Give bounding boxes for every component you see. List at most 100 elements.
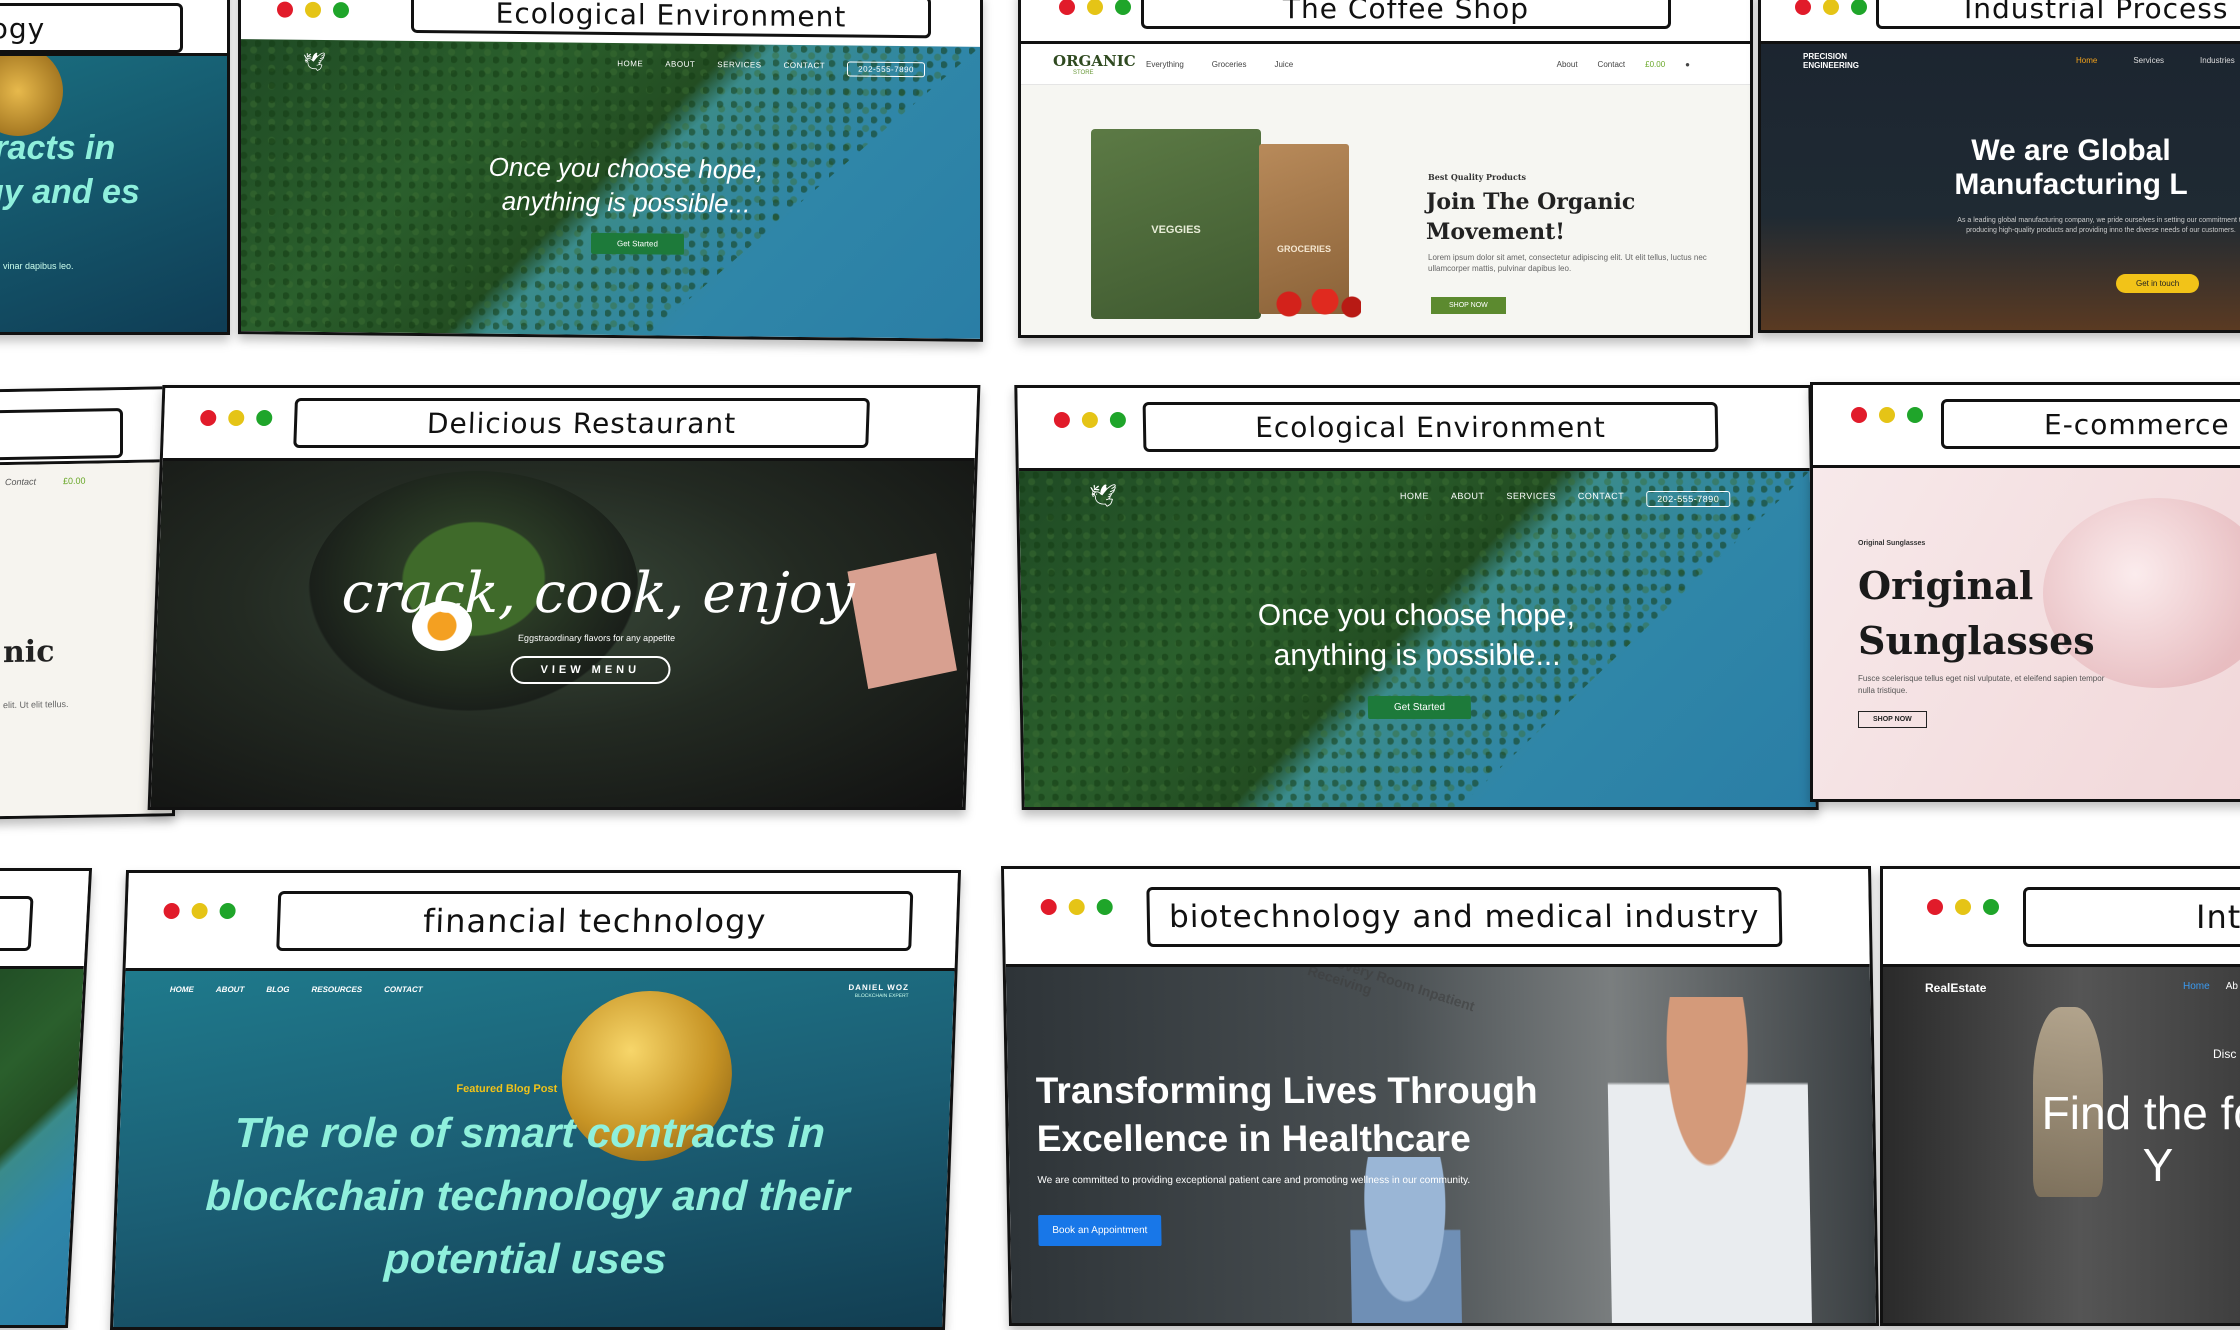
nav-juice[interactable]: Juice	[1274, 60, 1293, 69]
phone-button[interactable]: 202-555-7890	[1646, 491, 1731, 507]
book-appointment-button[interactable]: Book an Appointment	[1038, 1215, 1162, 1246]
maximize-dot[interactable]	[1109, 412, 1127, 428]
minimize-dot[interactable]	[1081, 412, 1099, 428]
maximize-dot[interactable]	[219, 903, 236, 919]
minimize-dot[interactable]	[227, 410, 245, 426]
doctor-image	[1606, 997, 1813, 1323]
nav-contact[interactable]: CONTACT	[784, 61, 826, 76]
shop-now-button[interactable]: SHOP NOW	[1431, 297, 1506, 314]
minimize-dot[interactable]	[1087, 0, 1103, 15]
tab-title: Ecological Environment	[1142, 402, 1719, 452]
window-controls	[1927, 899, 1999, 915]
card-industrial[interactable]: Industrial Process PRECISION ENGINEERING…	[1758, 0, 2240, 333]
view-menu-button[interactable]: VIEW MENU	[509, 656, 671, 684]
cart-total[interactable]: £0.00	[63, 476, 86, 486]
hero-headline: We are Global Manufacturing L	[1954, 134, 2188, 201]
nav-home[interactable]: Home	[2183, 981, 2210, 992]
nav-contact[interactable]: Contact	[5, 477, 36, 488]
hero-body: As a leading global manufacturing compan…	[1957, 217, 2240, 234]
tab-title: biotechnology and medical industry	[1146, 887, 1783, 947]
window-controls	[1053, 412, 1127, 428]
brand-sub: BLOCKCHAIN EXPERT	[854, 993, 909, 999]
minimize-dot[interactable]	[191, 903, 208, 919]
close-dot[interactable]	[199, 410, 217, 426]
close-dot[interactable]	[1795, 0, 1811, 15]
maximize-dot[interactable]	[1096, 899, 1113, 915]
nav-services[interactable]: SERVICES	[1506, 491, 1556, 507]
card-biotech[interactable]: biotechnology and medical industry Recov…	[1000, 866, 1880, 1326]
screen: Original Sunglasses Original Sunglasses …	[1813, 468, 2240, 799]
brand-name[interactable]: DANIEL WOZ	[848, 983, 909, 992]
hero-body: Lorem ipsum dolor sit amet, consectetur …	[1428, 253, 1707, 273]
minimize-dot[interactable]	[305, 1, 321, 18]
window-controls	[277, 1, 349, 19]
browser-chrome: Delicious Restaurant	[162, 388, 978, 461]
nav-home[interactable]: HOME	[617, 59, 643, 74]
phone-button[interactable]: 202-555-7890	[847, 61, 925, 78]
nav-industries[interactable]: Industries	[2200, 56, 2235, 65]
nav-about[interactable]: Ab	[2226, 981, 2238, 992]
nav-contact[interactable]: CONTACT	[384, 985, 423, 994]
nav-groceries[interactable]: Groceries	[1212, 60, 1247, 69]
card-realestate[interactable]: Inte RealEstate Home Ab Disc Find the fo…	[1880, 866, 2240, 1326]
minimize-dot[interactable]	[1955, 899, 1971, 915]
maximize-dot[interactable]	[1907, 407, 1923, 423]
minimize-dot[interactable]	[1823, 0, 1839, 15]
maximize-dot[interactable]	[255, 410, 273, 426]
nav-about[interactable]: ABOUT	[216, 985, 245, 994]
kicker-text: Original Sunglasses	[1858, 540, 1926, 547]
card-eco-top[interactable]: Ecological Environment 🕊 HOME ABOUT SERV…	[238, 0, 983, 342]
nav-contact[interactable]: CONTACT	[1578, 491, 1625, 507]
close-dot[interactable]	[1927, 899, 1943, 915]
organic-logo[interactable]: ORGANIC	[1053, 52, 1136, 70]
minimize-dot[interactable]	[1879, 407, 1895, 423]
nav-blog[interactable]: BLOG	[266, 985, 289, 994]
hero-headline: Join The Organic Movement!	[1426, 189, 1636, 245]
card-eco-mid[interactable]: Ecological Environment 🕊 HOME ABOUT SERV…	[1014, 385, 1819, 810]
nav-about[interactable]: About	[1557, 60, 1578, 69]
card-fintech[interactable]: financial technology HOME ABOUT BLOG RES…	[109, 870, 962, 1330]
maximize-dot[interactable]	[1851, 0, 1867, 15]
browser-chrome	[0, 389, 172, 466]
nav-left: Everything Groceries Juice	[1146, 60, 1293, 69]
nav-services[interactable]: Services	[2133, 56, 2164, 65]
close-dot[interactable]	[163, 903, 180, 919]
nav-contact[interactable]: Contact	[1598, 60, 1626, 69]
card-left-bottom[interactable]	[0, 868, 93, 1328]
close-dot[interactable]	[1053, 412, 1071, 428]
nav-home[interactable]: Home	[2076, 56, 2097, 65]
card-coffee[interactable]: The Coffee Shop ORGANIC STORE Everything…	[1018, 0, 1753, 338]
user-icon[interactable]: ●	[1685, 60, 1690, 69]
maximize-dot[interactable]	[333, 2, 349, 19]
screen: 🕊 HOME ABOUT SERVICES CONTACT 202-555-78…	[241, 39, 980, 339]
ward-sign: Recovery Room Inpatient Receiving	[1305, 967, 1477, 1015]
maximize-dot[interactable]	[1115, 0, 1131, 15]
nav-resources[interactable]: RESOURCES	[311, 985, 362, 994]
nav-bar: HOME ABOUT SERVICES CONTACT 202-555-7890	[617, 59, 925, 78]
maximize-dot[interactable]	[1983, 899, 1999, 915]
minimize-dot[interactable]	[1068, 899, 1085, 915]
get-in-touch-button[interactable]: Get in touch	[2116, 274, 2200, 293]
card-left-top[interactable]: logy tracts in gy and es vinar dapibus l…	[0, 0, 230, 335]
tab-title: E-commerce	[1941, 399, 2240, 449]
get-started-button[interactable]: Get Started	[1367, 696, 1472, 719]
nav-services[interactable]: SERVICES	[717, 60, 761, 75]
nav-home[interactable]: HOME	[170, 985, 194, 994]
nav-home[interactable]: HOME	[1400, 491, 1429, 507]
hero-headline: Once you choose hope, anything is possib…	[488, 151, 764, 219]
close-dot[interactable]	[1851, 407, 1867, 423]
close-dot[interactable]	[1040, 899, 1057, 915]
pe-logo[interactable]: PRECISION ENGINEERING	[1803, 52, 1893, 70]
close-dot[interactable]	[1059, 0, 1075, 15]
get-started-button[interactable]: Get Started	[591, 232, 684, 255]
hero-headline: crack, cook, enjoy	[340, 561, 856, 626]
cart-total[interactable]: £0.00	[1645, 60, 1665, 69]
card-ecommerce[interactable]: E-commerce Original Sunglasses Original …	[1810, 382, 2240, 802]
nav-about[interactable]: ABOUT	[1451, 491, 1485, 507]
card-restaurant[interactable]: Delicious Restaurant crack, cook, enjoy …	[147, 385, 981, 810]
close-dot[interactable]	[277, 1, 293, 18]
nav-about[interactable]: ABOUT	[665, 60, 695, 75]
nav-everything[interactable]: Everything	[1146, 60, 1184, 69]
shop-now-button[interactable]: SHOP NOW	[1858, 711, 1927, 728]
realestate-logo[interactable]: RealEstate	[1925, 981, 1986, 995]
